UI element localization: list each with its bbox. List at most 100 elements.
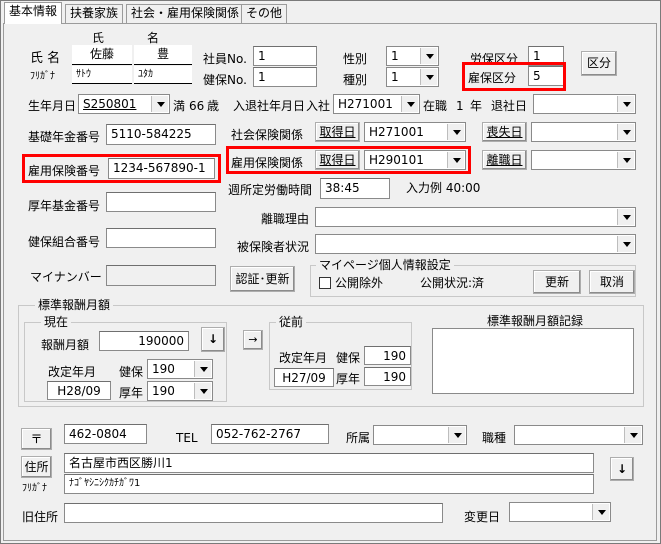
pay-health-label: 健保 bbox=[119, 365, 144, 379]
social-insurance-label: 社会保険関係 bbox=[231, 128, 304, 142]
copy-to-previous-button[interactable]: → bbox=[243, 330, 263, 350]
chevron-down-icon[interactable] bbox=[194, 361, 211, 377]
retire-select[interactable] bbox=[533, 94, 636, 114]
chevron-down-icon[interactable] bbox=[194, 383, 211, 399]
name-header-first: 名 bbox=[147, 31, 160, 45]
furigana-label: ﾌﾘｶﾞﾅ bbox=[30, 71, 55, 82]
social-acquired-select[interactable]: H271001 bbox=[364, 122, 466, 142]
prev-revision-field[interactable]: H27/09 bbox=[274, 368, 334, 387]
mypage-cancel-button[interactable]: 取消 bbox=[589, 270, 635, 294]
dept-select[interactable] bbox=[373, 425, 467, 445]
first-name-kana-field[interactable]: ﾕﾀｶ bbox=[134, 66, 192, 84]
tab-dependents[interactable]: 扶養家族 bbox=[65, 4, 124, 23]
tab-other[interactable]: その他 bbox=[241, 4, 288, 23]
postal-field[interactable]: 462-0804 bbox=[64, 424, 147, 444]
name-header-last: 氏 bbox=[92, 31, 105, 45]
auth-update-button[interactable]: 認証･更新 bbox=[230, 266, 295, 292]
birth-value: S250801 bbox=[83, 97, 137, 111]
pay-pension-value: 190 bbox=[152, 384, 175, 398]
pay-health-value: 190 bbox=[152, 362, 175, 376]
join-prefix: 入社 bbox=[306, 99, 331, 113]
tel-field[interactable]: 052-762-2767 bbox=[211, 424, 329, 444]
address-button[interactable]: 住所 bbox=[21, 456, 52, 478]
gender-select[interactable]: 1 bbox=[386, 46, 439, 66]
type-select[interactable]: 1 bbox=[386, 67, 439, 87]
chevron-down-icon[interactable] bbox=[420, 69, 437, 85]
my-number-field[interactable] bbox=[106, 265, 216, 286]
age-unit: 歳 bbox=[207, 99, 220, 113]
health-no-field[interactable]: 1 bbox=[253, 67, 317, 87]
chevron-down-icon[interactable] bbox=[401, 96, 418, 112]
pension-no-field[interactable]: 5110-584225 bbox=[106, 124, 216, 145]
employee-no-field[interactable]: 1 bbox=[253, 46, 317, 66]
join-label: 入退社年月日 bbox=[233, 99, 306, 113]
insured-status-label: 被保険者状況 bbox=[237, 240, 310, 254]
chevron-down-icon[interactable] bbox=[617, 209, 634, 225]
chevron-down-icon[interactable] bbox=[617, 96, 634, 112]
age-value: 66 bbox=[189, 99, 205, 113]
address-down-button[interactable]: ↓ bbox=[610, 457, 634, 481]
change-date-select[interactable] bbox=[509, 502, 611, 522]
category-button[interactable]: 区分 bbox=[581, 51, 617, 76]
join-value: H271001 bbox=[338, 97, 393, 111]
employment-left-select[interactable] bbox=[531, 150, 636, 170]
revision-field[interactable]: H28/09 bbox=[47, 381, 111, 400]
chevron-down-icon[interactable] bbox=[448, 427, 465, 443]
tab-social-insurance[interactable]: 社会・雇用保険関係 bbox=[126, 4, 245, 23]
tab-basic-info[interactable]: 基本情報 bbox=[4, 2, 63, 24]
last-name-kana-field[interactable]: ｻﾄｳ bbox=[72, 66, 132, 84]
pay-amount-field[interactable]: 190000 bbox=[99, 331, 189, 351]
current-pay-title: 現在 bbox=[41, 315, 72, 329]
chevron-down-icon[interactable] bbox=[447, 124, 464, 140]
address-kana-field[interactable]: ﾅｺﾞﾔｼﾆｼｸｶﾁｶﾞﾜ1 bbox=[64, 474, 594, 494]
employment-left-button[interactable]: 離職日 bbox=[482, 150, 527, 170]
name-label: 氏 名 bbox=[30, 51, 61, 66]
pay-record-list[interactable] bbox=[432, 328, 634, 394]
pension-no-label: 基礎年金番号 bbox=[28, 130, 101, 144]
dept-label: 所属 bbox=[346, 431, 371, 445]
social-acquired-button[interactable]: 取得日 bbox=[315, 122, 360, 142]
last-name-field[interactable]: 佐藤 bbox=[72, 45, 132, 65]
pension-fund-label: 厚年基金番号 bbox=[28, 199, 101, 213]
join-select[interactable]: H271001 bbox=[333, 94, 420, 114]
old-address-field[interactable] bbox=[64, 503, 443, 523]
health-union-label: 健保組合番号 bbox=[28, 235, 101, 249]
postal-button[interactable]: 〒 bbox=[21, 428, 52, 450]
address-furigana-label: ﾌﾘｶﾞﾅ bbox=[22, 483, 47, 494]
separation-reason-select[interactable] bbox=[315, 207, 636, 227]
revision-label: 改定年月 bbox=[48, 365, 97, 379]
prev-pension-field[interactable]: 190 bbox=[364, 367, 411, 386]
mypage-update-button[interactable]: 更新 bbox=[533, 270, 581, 294]
pay-pension-select[interactable]: 190 bbox=[147, 381, 213, 401]
job-label: 職種 bbox=[482, 431, 507, 445]
pay-down-button[interactable]: ↓ bbox=[201, 327, 225, 352]
chevron-down-icon[interactable] bbox=[624, 427, 641, 443]
separation-reason-label: 離職理由 bbox=[261, 212, 310, 226]
pay-health-select[interactable]: 190 bbox=[147, 359, 213, 379]
first-name-field[interactable]: 豊 bbox=[134, 45, 192, 65]
gender-value: 1 bbox=[391, 49, 399, 63]
chevron-down-icon[interactable] bbox=[420, 48, 437, 64]
public-exclude-label: 公開除外 bbox=[335, 276, 384, 290]
address-field[interactable]: 名古屋市西区勝川1 bbox=[64, 453, 594, 473]
health-union-field[interactable] bbox=[106, 228, 216, 248]
insured-status-select[interactable] bbox=[315, 234, 636, 254]
prev-health-field[interactable]: 190 bbox=[364, 346, 411, 365]
chevron-down-icon[interactable] bbox=[617, 124, 634, 140]
chevron-down-icon[interactable] bbox=[617, 236, 634, 252]
chevron-down-icon[interactable] bbox=[151, 96, 168, 112]
chevron-down-icon[interactable] bbox=[592, 504, 609, 520]
standard-pay-title: 標準報酬月額 bbox=[35, 298, 114, 312]
job-select[interactable] bbox=[514, 425, 643, 445]
birth-select[interactable]: S250801 bbox=[78, 94, 170, 114]
public-exclude-checkbox[interactable] bbox=[319, 277, 331, 289]
weekly-hours-example: 入力例 40:00 bbox=[406, 181, 481, 195]
weekly-hours-field[interactable]: 38:45 bbox=[320, 178, 390, 199]
pension-fund-field[interactable] bbox=[106, 192, 216, 212]
social-lost-select[interactable] bbox=[531, 122, 636, 142]
chevron-down-icon[interactable] bbox=[617, 152, 634, 168]
social-lost-button[interactable]: 喪失日 bbox=[482, 122, 527, 142]
old-address-label: 旧住所 bbox=[22, 510, 59, 524]
tel-label: TEL bbox=[176, 431, 198, 445]
birth-label: 生年月日 bbox=[28, 99, 77, 113]
